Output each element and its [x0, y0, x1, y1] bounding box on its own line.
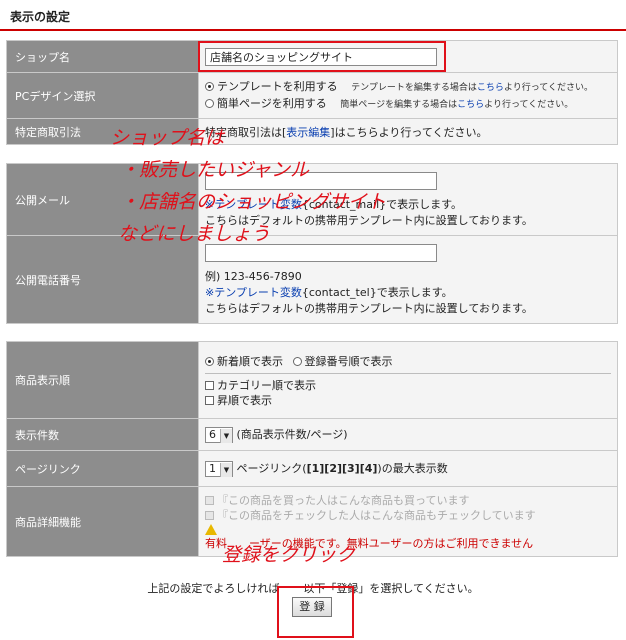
public-tel-note: こちらはデフォルトの携帯用テンプレート内に設置しております。 — [205, 301, 533, 315]
register-highlight — [277, 586, 354, 638]
template-note-tail: より行ってください。 — [503, 82, 594, 93]
easy-page-edit-link[interactable]: こちら — [457, 100, 484, 110]
template-note-text: テンプレートを編集する場合は — [351, 82, 477, 93]
header-rule — [0, 29, 626, 31]
public-tel-input[interactable] — [205, 243, 437, 262]
product-order-label: 商品表示順 — [6, 341, 199, 419]
contact-settings-table: 公開メール ※テンプレート変数{contact_mail}で表示します。 こちら… — [6, 163, 618, 324]
display-count-select[interactable]: 6 ▼ — [205, 427, 233, 443]
row-page-link: ページリンク 1 ▼ ページリンク([1][2][3][4])の最大表示数 — [6, 450, 618, 487]
row-product-order: 商品表示順 新着順で表示 登録番号順で表示 カテゴリー順で表示 昇順で表示 — [6, 341, 618, 419]
newest-radio-label: 新着順で表示 — [217, 354, 283, 368]
template-edit-link[interactable]: こちら — [477, 83, 504, 93]
category-order-checkbox[interactable] — [205, 380, 214, 390]
display-count-value: 6 — [209, 428, 216, 441]
public-tel-template-link[interactable]: ※テンプレート変数 — [205, 286, 302, 299]
also-checked-option: 『この商品をチェックした人はこんな商品もチェックしています — [205, 508, 611, 523]
easy-page-radio-label: 簡単ページを利用する — [217, 96, 327, 110]
public-tel-label: 公開電話番号 — [6, 235, 199, 324]
display-count-cell: 6 ▼ (商品表示件数/ページ) — [198, 418, 618, 451]
tokushoho-edit-link[interactable]: 表示編集 — [286, 126, 330, 139]
row-public-tel: 公開電話番号 例) 123-456-7890 ※テンプレート変数{contact… — [6, 235, 618, 324]
easy-page-radio[interactable] — [205, 98, 214, 108]
also-checked-label: 『この商品をチェックした人はこんな商品もチェックしています — [217, 508, 536, 522]
row-display-count: 表示件数 6 ▼ (商品表示件数/ページ) — [6, 418, 618, 451]
shop-name-highlight — [198, 41, 446, 72]
tokushoho-text-tail: ]はこちらより行ってください。 — [330, 125, 488, 139]
template-radio[interactable] — [205, 81, 214, 91]
shop-name-label: ショップ名 — [6, 40, 199, 73]
also-bought-label: 『この商品を買った人はこんな商品も買っています — [217, 493, 470, 507]
product-order-divider — [205, 372, 611, 374]
ascending-checkbox[interactable] — [205, 395, 214, 405]
annotation-line-2: ・販売したいジャンル — [120, 159, 310, 181]
dropdown-arrow-icon: ▼ — [220, 463, 232, 477]
product-detail-label: 商品詳細機能 — [6, 486, 199, 557]
page-link-numbers: [1][2][3][4] — [306, 462, 378, 475]
page-header: 表示の設定 — [0, 0, 626, 36]
pc-design-option-template: テンプレートを利用する テンプレートを編集する場合はこちらより行ってください。 — [205, 79, 611, 96]
public-tel-var-text: {contact_tel}で表示します。 — [301, 285, 453, 299]
ascending-label: 昇順で表示 — [217, 393, 272, 407]
page-link-label: ページリンク — [6, 450, 199, 487]
footer-note-a: 上記の設定でよろしければ — [147, 582, 280, 595]
pc-design-option-easy: 簡単ページを利用する 簡単ページを編集する場合はこちらより行ってください。 — [205, 96, 611, 113]
easy-page-note: 簡単ページを編集する場合はこちらより行ってください。 — [340, 100, 573, 110]
paid-warning — [205, 523, 611, 537]
template-note: テンプレートを編集する場合はこちらより行ってください。 — [351, 83, 593, 93]
dropdown-arrow-icon: ▼ — [220, 429, 232, 443]
page-link-text-tail: )の最大表示数 — [377, 462, 448, 475]
annotation-line-4: などにしましょう — [118, 223, 271, 245]
ascending-option: 昇順で表示 — [205, 393, 611, 408]
tokushoho-cell: 特定商取引法は[表示編集]はこちらより行ってください。 — [198, 118, 618, 145]
annotation-line-3: ・店舗名のショッピングサイト — [120, 191, 387, 213]
also-bought-option: 『この商品を買った人はこんな商品も買っています — [205, 493, 611, 508]
row-pc-design: PCデザイン選択 テンプレートを利用する テンプレートを編集する場合はこちらより… — [6, 72, 618, 119]
category-order-option: カテゴリー順で表示 — [205, 378, 611, 393]
public-tel-example: 例) 123-456-7890 — [205, 269, 302, 283]
annotation-line-1: ショップ名は — [110, 127, 225, 149]
page-link-text: ページリンク( — [236, 462, 307, 475]
product-order-cell: 新着順で表示 登録番号順で表示 カテゴリー順で表示 昇順で表示 — [198, 341, 618, 419]
page-link-select[interactable]: 1 ▼ — [205, 461, 233, 477]
public-tel-cell: 例) 123-456-7890 ※テンプレート変数{contact_tel}で表… — [198, 235, 618, 324]
pc-design-cell: テンプレートを利用する テンプレートを編集する場合はこちらより行ってください。 … — [198, 72, 618, 119]
reg-number-radio-label: 登録番号順で表示 — [304, 354, 393, 368]
newest-radio[interactable] — [205, 356, 214, 366]
page-title: 表示の設定 — [10, 10, 71, 24]
annotation-register: 登録をクリック — [222, 544, 356, 566]
page-link-value: 1 — [209, 462, 216, 475]
display-count-suffix: (商品表示件数/ページ) — [236, 428, 348, 441]
pc-design-label: PCデザイン選択 — [6, 72, 199, 119]
easy-page-note-tail: より行ってください。 — [484, 99, 574, 110]
public-tel-var: ※テンプレート変数{contact_tel}で表示します。 — [205, 284, 611, 300]
warning-icon — [205, 524, 217, 535]
product-settings-table: 商品表示順 新着順で表示 登録番号順で表示 カテゴリー順で表示 昇順で表示 表示… — [6, 341, 618, 557]
display-count-label: 表示件数 — [6, 418, 199, 451]
reg-number-radio[interactable] — [292, 356, 302, 366]
also-checked-checkbox — [205, 510, 214, 520]
easy-page-note-text: 簡単ページを編集する場合は — [340, 99, 458, 110]
category-order-label: カテゴリー順で表示 — [217, 378, 316, 392]
template-radio-label: テンプレートを利用する — [217, 79, 338, 93]
product-order-radios: 新着順で表示 登録番号順で表示 — [205, 353, 611, 369]
row-tokushoho: 特定商取引法 特定商取引法は[表示編集]はこちらより行ってください。 — [6, 118, 618, 145]
also-bought-checkbox — [205, 495, 214, 505]
page-link-cell: 1 ▼ ページリンク([1][2][3][4])の最大表示数 — [198, 450, 618, 487]
